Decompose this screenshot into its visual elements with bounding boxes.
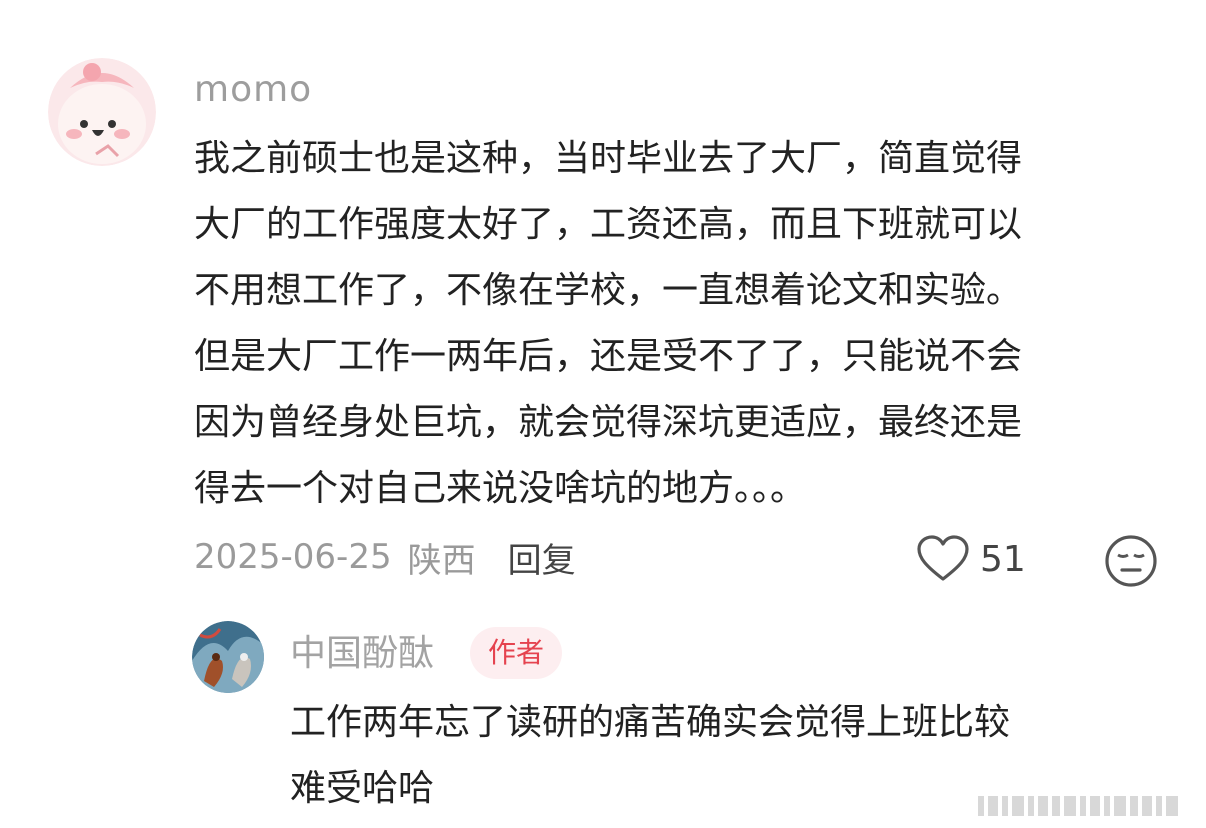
comment-username[interactable]: momo <box>194 66 312 114</box>
reply-username[interactable]: 中国酚酞 <box>290 628 434 680</box>
comment-text-line: 因为曾经身处巨坑，就会觉得深坑更适应，最终还是 <box>194 402 1023 443</box>
reply-user-avatar[interactable] <box>192 621 264 693</box>
comment-text-line: 我之前硕士也是这种，当时毕业去了大厂，简直觉得 <box>194 138 1023 179</box>
comment-date: 2025-06-25 <box>194 537 392 577</box>
watermark-logo <box>976 792 1182 820</box>
comment-text: 我之前硕士也是这种，当时毕业去了大厂，简直觉得 大厂的工作强度太好了，工资还高，… <box>194 126 1174 522</box>
sleepy-face-icon <box>1105 535 1157 587</box>
heart-outline-icon <box>917 535 969 581</box>
comment-text-line: 大厂的工作强度太好了，工资还高，而且下班就可以 <box>194 204 1023 245</box>
emoji-reaction-button[interactable] <box>1104 534 1158 588</box>
like-button[interactable]: 51 <box>916 532 1026 586</box>
comment-text-line: 不用想工作了，不像在学校，一直想着论文和实验。 <box>194 270 1023 311</box>
reply-text-line: 工作两年忘了读研的痛苦确实会觉得上班比较 <box>290 702 1011 743</box>
comment-meta: 2025-06-25 陕西 回复 <box>194 530 576 584</box>
like-count: 51 <box>980 538 1026 580</box>
reply-button[interactable]: 回复 <box>508 533 576 582</box>
avatar-image <box>192 621 264 693</box>
comment-location: 陕西 <box>407 540 476 581</box>
comment-text-line: 但是大厂工作一两年后，还是受不了了，只能说不会 <box>194 336 1023 377</box>
author-badge: 作者 <box>470 627 563 679</box>
comment-text-line: 得去一个对自己来说没啥坑的地方。。。 <box>194 468 807 509</box>
user-avatar[interactable] <box>48 58 156 166</box>
avatar-image <box>48 58 156 166</box>
